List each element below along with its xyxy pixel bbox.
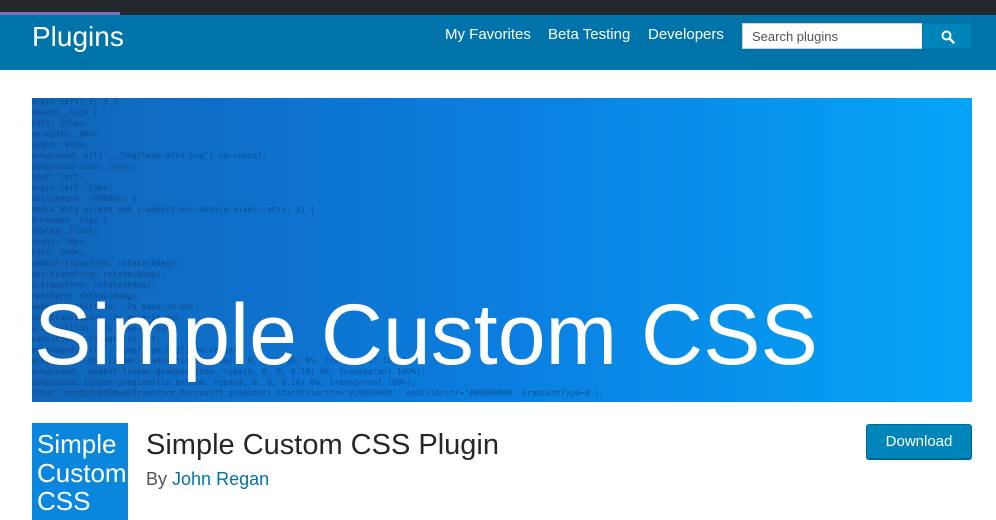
site-header: Plugins My Favorites Beta Testing Develo…	[0, 15, 996, 70]
search-button[interactable]	[922, 23, 972, 49]
plugin-icon-text-line: Custom	[37, 458, 127, 488]
plugin-banner: margin-left: 0; } } .header__logo { width:…	[32, 98, 972, 402]
nav-link-my-favorites[interactable]: My Favorites	[445, 25, 531, 45]
banner-code-line: height: 10px;	[32, 237, 89, 246]
banner-code-line: width: 165px;	[32, 119, 89, 128]
nav-link-developers[interactable]: Developers	[648, 25, 724, 45]
download-button[interactable]: Download	[866, 424, 972, 459]
banner-code-line: -webkit-transform: rotate(0deg);	[32, 259, 180, 268]
plugin-icon-text-line: Simple	[37, 429, 117, 459]
banner-code-line: display: block;	[32, 227, 98, 236]
plugin-icon-text-line: CSS	[37, 486, 91, 516]
banner-code-line: float: left;	[32, 173, 84, 182]
author-link[interactable]: John Regan	[172, 469, 269, 489]
banner-code-line: max-width: 90%;	[32, 129, 98, 138]
banner-code-line: background: url("../img/logo-alts.png") …	[32, 151, 267, 160]
banner-code-line: background-size: cover;	[32, 162, 137, 171]
plugin-title: Simple Custom CSS Plugin	[146, 429, 499, 461]
banner-code-line: margin-left: 25px;	[32, 183, 113, 192]
search-icon	[941, 30, 955, 44]
byline-prefix: By	[146, 469, 168, 489]
banner-code-line: -moz-transform: rotate(0deg);	[32, 270, 166, 279]
banner-code-line: height: 48px;	[32, 140, 89, 149]
plugin-byline: By John Regan	[146, 468, 269, 490]
banner-code-line: @media only screen and (-webkit-min-devi…	[32, 205, 315, 214]
banner-code-line: .header__logo {	[32, 108, 98, 117]
search-input[interactable]	[742, 23, 922, 49]
banner-code-line: margin-left: 0; } }	[32, 98, 118, 106]
admin-bar	[0, 0, 996, 15]
nav-link-beta-testing[interactable]: Beta Testing	[548, 25, 630, 45]
plugin-icon: Simple Custom CSS	[32, 423, 128, 520]
banner-code-line: text-indent: -9999px; }	[32, 194, 137, 203]
banner-code-line: .b-header__logo {	[32, 216, 108, 225]
banner-title: Simple Custom CSS	[34, 287, 818, 383]
banner-code-line: width: 100%;	[32, 248, 84, 257]
